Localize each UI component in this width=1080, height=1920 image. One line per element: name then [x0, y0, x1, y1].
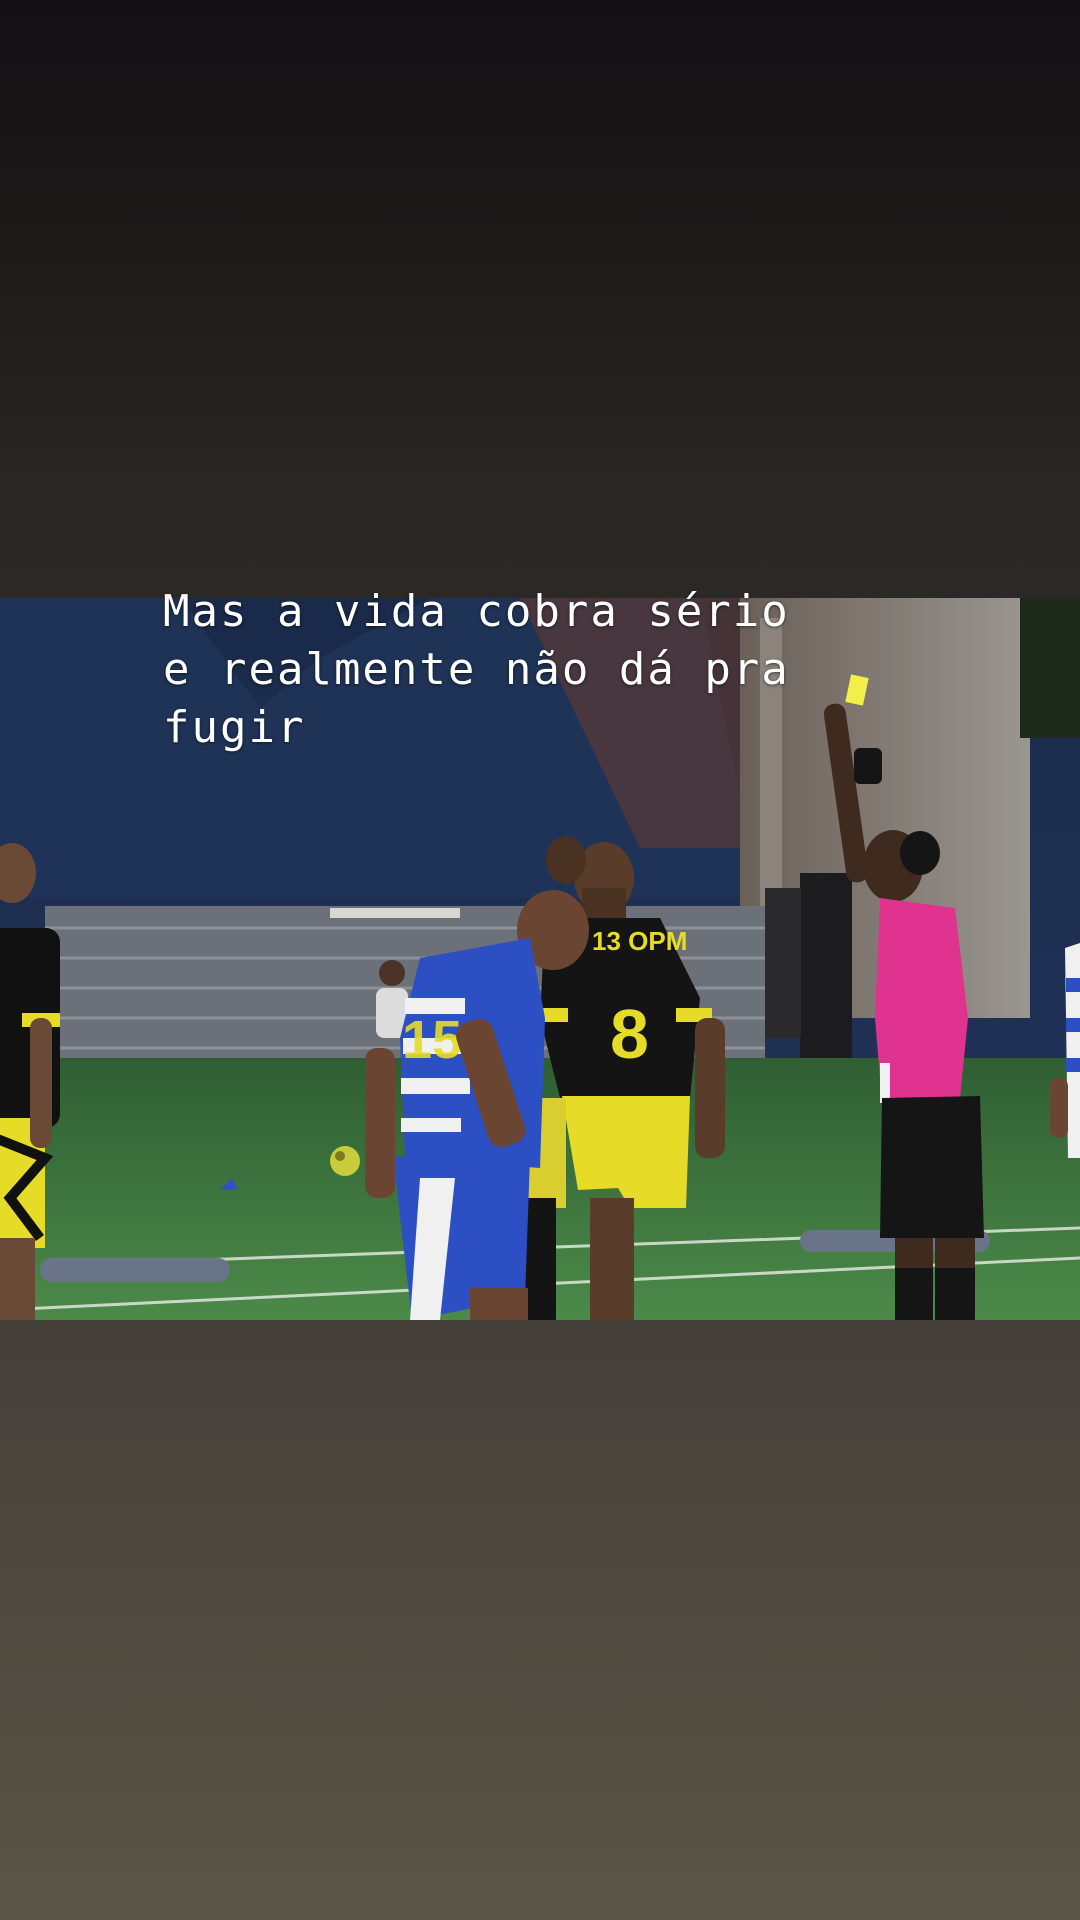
jersey-text: 13 OPM — [592, 926, 687, 956]
jersey-number: 8 — [610, 995, 649, 1073]
svg-text:15: 15 — [402, 1010, 462, 1070]
story-view[interactable]: 13 OPM 8 15 Mas a vida cobra sério e rea… — [0, 0, 1080, 1920]
story-caption: Mas a vida cobra sério e realmente não d… — [163, 586, 790, 753]
